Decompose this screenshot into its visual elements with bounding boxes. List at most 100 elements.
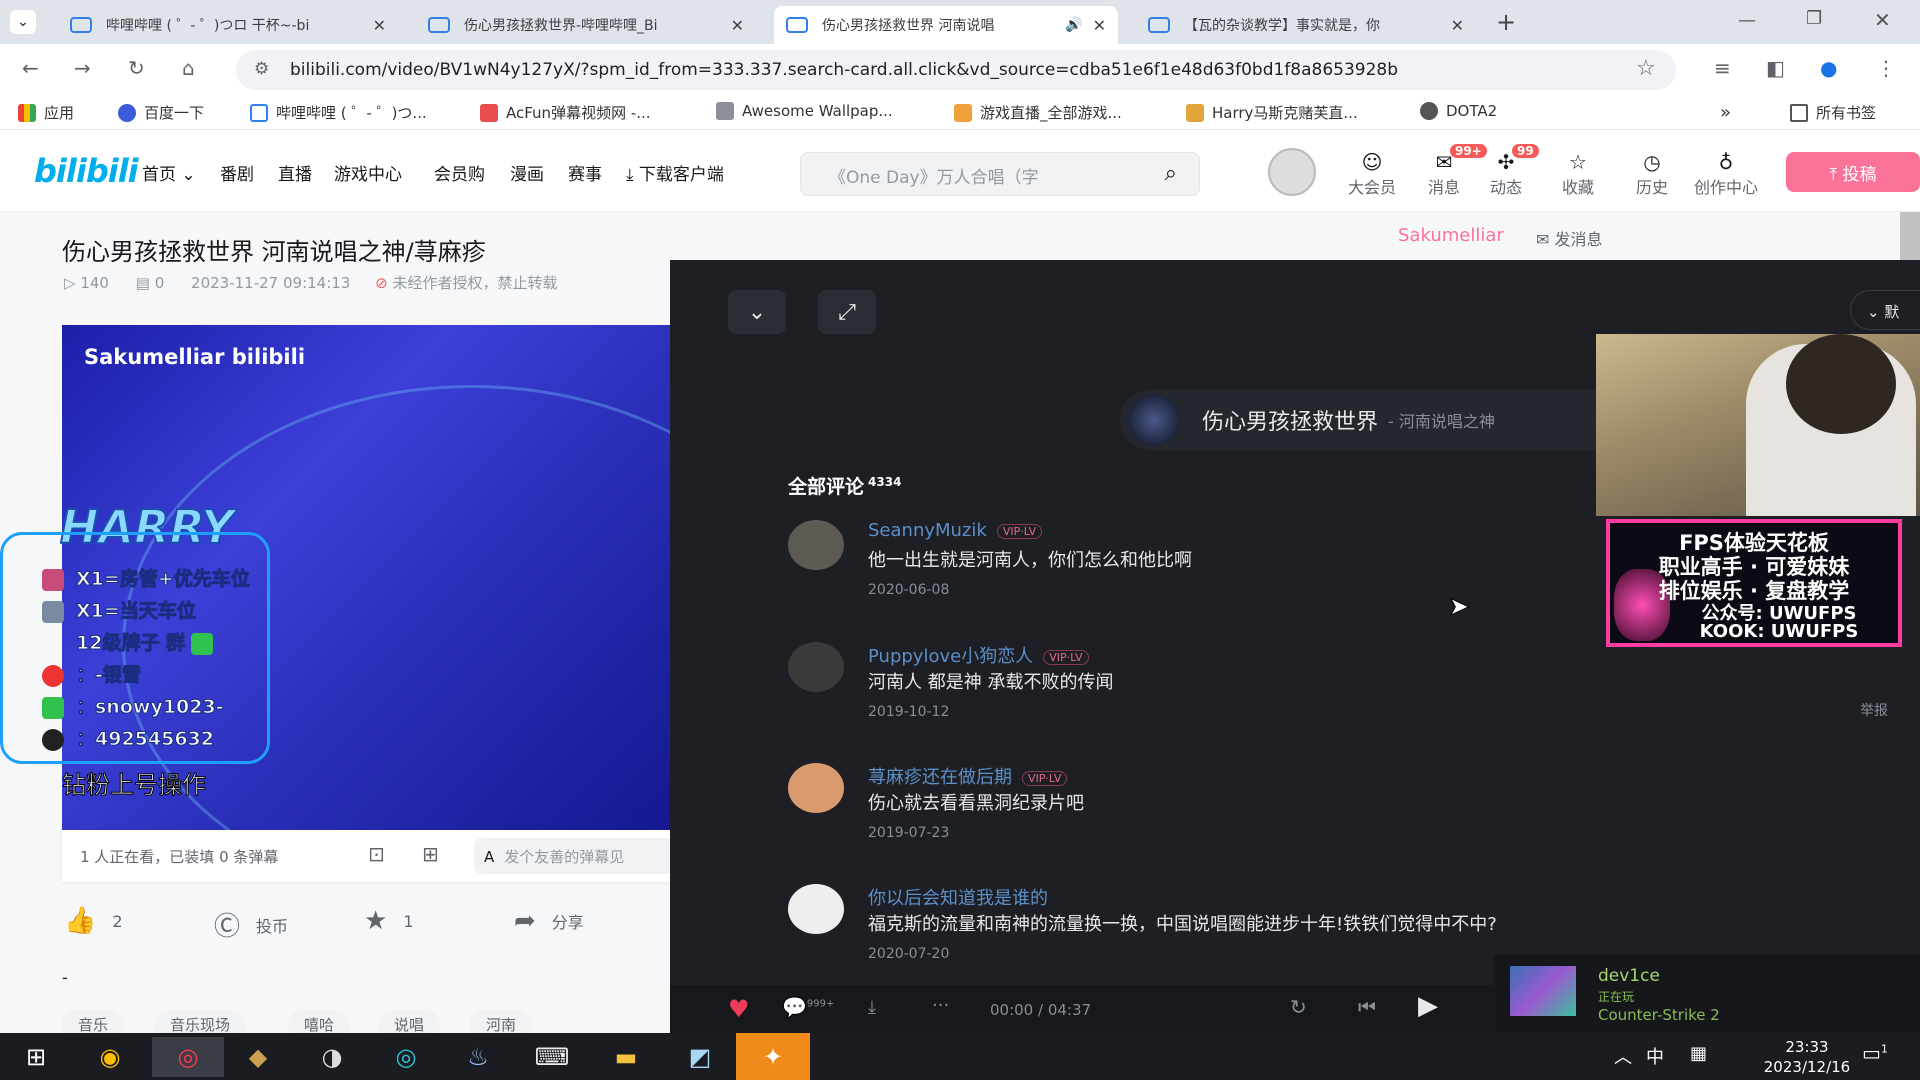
- heart-icon[interactable]: ♥: [728, 995, 750, 1023]
- nav-mall[interactable]: 会员购: [434, 160, 485, 185]
- download-icon[interactable]: ⤓: [868, 997, 876, 1018]
- search-input[interactable]: 《One Day》万人合唱（字 ⌕: [800, 152, 1200, 196]
- bookmarks-overflow[interactable]: »: [1720, 102, 1731, 123]
- notification-icon[interactable]: ▭1: [1862, 1041, 1888, 1065]
- text-style-icon[interactable]: A: [484, 848, 494, 866]
- like-button[interactable]: 👍 2: [64, 906, 123, 936]
- bookmark-dota2[interactable]: DOTA2: [1420, 102, 1497, 120]
- keyboard-layout-icon[interactable]: ▦: [1690, 1043, 1707, 1064]
- comment-bubble-icon[interactable]: 💬999+: [782, 995, 834, 1019]
- send-message-link[interactable]: ✉ 发消息: [1536, 226, 1603, 250]
- input-method[interactable]: 中: [1646, 1043, 1664, 1069]
- forward-icon[interactable]: →: [74, 56, 91, 80]
- song-pill[interactable]: 伤心男孩拯救世界 - 河南说唱之神: [1120, 390, 1640, 450]
- tray-overflow-icon[interactable]: ︿: [1614, 1043, 1632, 1069]
- keyboard-taskbar-icon[interactable]: ⌨: [526, 1037, 578, 1077]
- bookmark-harry[interactable]: Harry马斯克赌芙直...: [1186, 102, 1358, 123]
- all-bookmarks[interactable]: 所有书签: [1790, 102, 1876, 123]
- game-taskbar-icon[interactable]: ◆: [232, 1037, 284, 1077]
- tab-search-icon[interactable]: ⌄: [10, 10, 36, 34]
- close-window-button[interactable]: ✕: [1874, 8, 1891, 32]
- favorite-button[interactable]: ★ 1: [364, 906, 414, 936]
- nav-esports[interactable]: 赛事: [568, 160, 602, 185]
- close-icon[interactable]: ✕: [1093, 16, 1106, 35]
- bookmark-apps[interactable]: 应用: [18, 102, 74, 123]
- bookmark-wallpaper[interactable]: Awesome Wallpap...: [716, 102, 893, 120]
- comment-user[interactable]: Puppylove小狗恋人 VIP·LV: [868, 642, 1089, 668]
- tab-3-active[interactable]: 伤心男孩拯救世界 河南说唱 🔊 ✕: [774, 6, 1118, 44]
- profile-avatar-icon[interactable]: ●: [1820, 56, 1837, 80]
- url-bar[interactable]: ⚙ bilibili.com/video/BV1wN4y127yX/?spm_i…: [236, 50, 1676, 90]
- close-icon[interactable]: ✕: [1451, 16, 1464, 35]
- header-vip[interactable]: ☺ 大会员: [1342, 150, 1402, 198]
- nav-home[interactable]: 首页 ⌄: [142, 160, 196, 185]
- side-panel-icon[interactable]: ◧: [1766, 56, 1785, 80]
- site-info-icon[interactable]: ⚙: [254, 59, 269, 79]
- avatar[interactable]: [788, 884, 844, 934]
- tab-4[interactable]: 【瓦的杂谈教学】事实就是，你 ✕: [1136, 6, 1476, 44]
- nav-download-client[interactable]: ⤓ 下载客户端: [626, 160, 724, 185]
- browser-taskbar-icon[interactable]: ◎: [380, 1037, 432, 1077]
- netease-music-taskbar-icon[interactable]: ◎: [152, 1037, 224, 1077]
- bookmark-baidu[interactable]: 百度一下: [118, 102, 204, 123]
- bookmark-star-icon[interactable]: ☆: [1636, 56, 1656, 81]
- coin-button[interactable]: Ⓒ 投币: [214, 906, 288, 943]
- avatar[interactable]: [788, 763, 844, 813]
- bookmark-acfun[interactable]: AcFun弹幕视频网 -...: [480, 102, 651, 123]
- app-taskbar-icon[interactable]: ◩: [674, 1037, 726, 1077]
- obs-taskbar-icon[interactable]: ◑: [306, 1037, 358, 1077]
- comment-user[interactable]: 荨麻疹还在做后期 VIP·LV: [868, 763, 1068, 789]
- home-icon[interactable]: ⌂: [182, 56, 195, 80]
- danmaku-settings-icon[interactable]: ⊞: [422, 842, 439, 866]
- back-icon[interactable]: ←: [22, 56, 39, 80]
- nav-game-center[interactable]: 游戏中心: [334, 160, 402, 185]
- close-icon[interactable]: ✕: [373, 16, 386, 35]
- reload-icon[interactable]: ↻: [128, 56, 145, 80]
- avatar[interactable]: [788, 520, 844, 570]
- windows-start-icon[interactable]: ⊞: [10, 1037, 62, 1077]
- browser-menu-icon[interactable]: ⋮: [1876, 56, 1896, 80]
- bilibili-logo[interactable]: bilibili: [34, 152, 139, 190]
- report-link[interactable]: 举报: [1860, 700, 1888, 720]
- system-clock[interactable]: 23:33 2023/12/16: [1752, 1037, 1862, 1077]
- more-icon[interactable]: ···: [932, 995, 949, 1016]
- tab-2[interactable]: 伤心男孩拯救世界-哔哩哔哩_Bi ✕: [416, 6, 756, 44]
- minimize-button[interactable]: —: [1738, 10, 1756, 31]
- chrome-taskbar-icon[interactable]: ◉: [84, 1037, 136, 1077]
- audio-playing-icon[interactable]: 🔊: [1065, 17, 1082, 33]
- header-dynamics[interactable]: ✣ 99 动态: [1476, 144, 1539, 198]
- avatar[interactable]: [788, 642, 844, 692]
- comment-user[interactable]: 你以后会知道我是谁的: [868, 884, 1048, 910]
- header-messages[interactable]: ✉ 99+ 消息: [1414, 144, 1487, 198]
- uploader-name[interactable]: Sakumelliar: [1398, 225, 1504, 246]
- previous-icon[interactable]: ⏮: [1358, 995, 1376, 1019]
- share-button[interactable]: ➦ 分享: [514, 906, 584, 936]
- nav-bangumi[interactable]: 番剧: [220, 160, 254, 185]
- new-tab-button[interactable]: +: [1496, 8, 1516, 36]
- user-avatar[interactable]: [1268, 148, 1316, 196]
- nav-live[interactable]: 直播: [278, 160, 312, 185]
- collapse-chevron-icon[interactable]: ⌄: [728, 290, 786, 334]
- file-explorer-icon[interactable]: ▬: [600, 1037, 652, 1077]
- sort-dropdown[interactable]: ⌄ 默: [1850, 290, 1920, 330]
- restore-button[interactable]: ❐: [1806, 8, 1822, 29]
- csgo-taskbar-icon[interactable]: ✦: [736, 1033, 810, 1080]
- close-icon[interactable]: ✕: [731, 16, 744, 35]
- tab-1[interactable]: 哔哩哔哩 ( ゜- ゜)つロ 干杯~-bi ✕: [58, 6, 398, 44]
- upload-button[interactable]: ⤒ 投稿: [1786, 152, 1920, 192]
- header-favorites[interactable]: ☆ 收藏: [1548, 150, 1608, 198]
- header-creator-center[interactable]: ♁ 创作中心: [1694, 150, 1758, 198]
- loop-icon[interactable]: ↻: [1290, 995, 1307, 1019]
- header-history[interactable]: ◷ 历史: [1622, 150, 1682, 198]
- nav-manga[interactable]: 漫画: [510, 160, 544, 185]
- steam-friend-toast[interactable]: dev1ce 正在玩 Counter-Strike 2: [1494, 954, 1920, 1028]
- danmaku-toggle-icon[interactable]: ⊡: [368, 842, 385, 866]
- bookmark-game-live[interactable]: 游戏直播_全部游戏...: [954, 102, 1122, 123]
- media-control-icon[interactable]: ≡: [1714, 56, 1731, 80]
- comment-user[interactable]: SeannyMuzik VIP·LV: [868, 520, 1043, 541]
- play-icon[interactable]: ▶: [1418, 991, 1438, 1021]
- bookmark-bilibili[interactable]: 哔哩哔哩 ( ゜- ゜)つ...: [250, 102, 427, 123]
- danmaku-input[interactable]: A 发个友善的弹幕见: [474, 838, 670, 874]
- page-scrollbar[interactable]: [1900, 212, 1920, 260]
- search-icon[interactable]: ⌕: [1165, 161, 1177, 186]
